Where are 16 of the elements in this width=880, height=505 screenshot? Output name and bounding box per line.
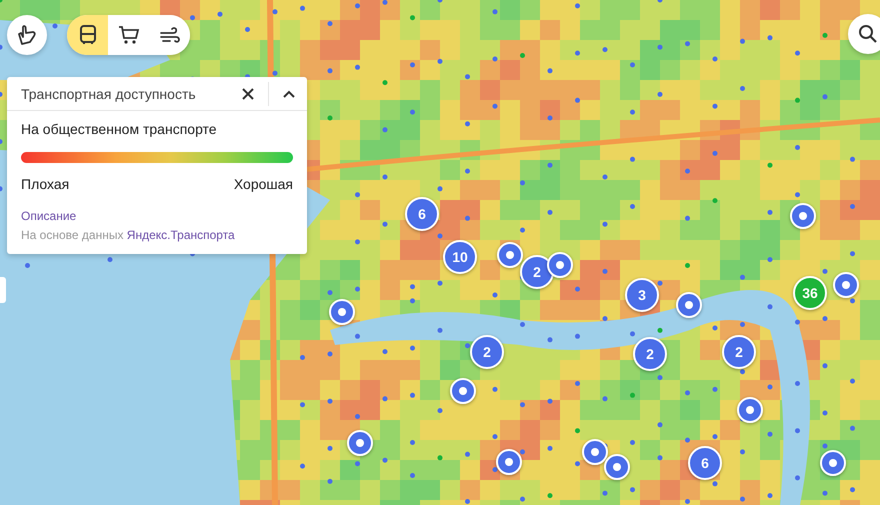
chevron-up-icon [283, 90, 295, 98]
wind-mode-button[interactable] [149, 15, 190, 55]
description-link[interactable]: Описание [21, 209, 76, 223]
close-icon [242, 88, 254, 100]
source-link[interactable]: Яндекс.Транспорта [126, 228, 235, 242]
search-icon [858, 24, 878, 44]
bus-mode-button[interactable] [67, 15, 108, 55]
source-note: На основе данных Яндекс.Транспорта [21, 228, 236, 242]
side-handle[interactable] [0, 277, 6, 303]
cart-mode-button[interactable] [108, 15, 149, 55]
cart-icon [118, 24, 140, 46]
panel-title: Транспортная доступность [21, 86, 197, 102]
scale-low-label: Плохая [21, 176, 70, 192]
scale-high-label: Хорошая [234, 176, 293, 192]
legend-subtitle: На общественном транспорте [21, 121, 218, 137]
pointer-icon [16, 24, 38, 46]
